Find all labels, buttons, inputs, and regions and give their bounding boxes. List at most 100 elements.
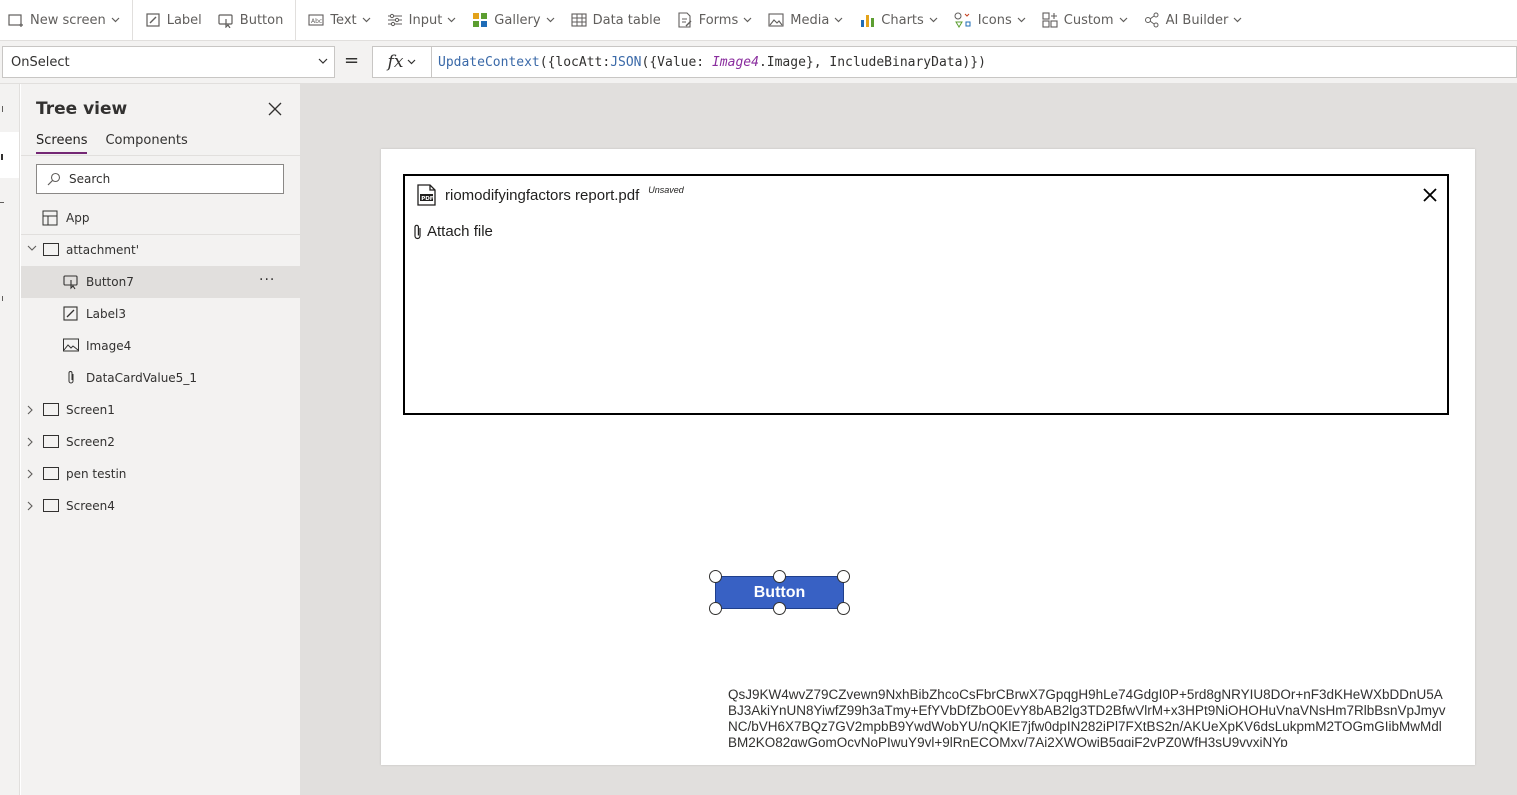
chevron-down-icon bbox=[1233, 17, 1242, 23]
forms-button[interactable]: Forms bbox=[669, 0, 761, 41]
tree-item-pen-testin[interactable]: pen testin bbox=[21, 458, 300, 490]
screen-icon bbox=[43, 243, 59, 256]
icons-icon bbox=[954, 12, 971, 28]
attached-file-item[interactable]: PDF riomodifyingfactors report.pdf Unsav… bbox=[417, 184, 684, 206]
chevron-down-icon[interactable] bbox=[27, 245, 37, 252]
text-label: Text bbox=[330, 12, 357, 28]
chevron-down-icon bbox=[834, 17, 843, 23]
media-button[interactable]: Media bbox=[760, 0, 851, 41]
chevron-down-icon bbox=[408, 59, 416, 65]
screen-icon bbox=[43, 403, 59, 416]
close-icon[interactable] bbox=[267, 101, 283, 117]
tree-item-attachment-screen[interactable]: attachment' bbox=[21, 234, 300, 266]
charts-button[interactable]: Charts bbox=[851, 0, 946, 41]
insert-toolbar: New screen Label Button Abc Text Input G… bbox=[0, 0, 1517, 41]
new-screen-button[interactable]: New screen bbox=[0, 0, 128, 41]
data-table-button[interactable]: Data table bbox=[563, 0, 669, 41]
gallery-button[interactable]: Gallery bbox=[464, 0, 562, 41]
toolbar-divider bbox=[295, 0, 297, 41]
resize-handle[interactable] bbox=[709, 570, 722, 583]
input-icon bbox=[387, 13, 402, 27]
attach-file-link[interactable]: Attach file bbox=[413, 223, 493, 240]
formula-text: ({locAtt: bbox=[539, 54, 611, 70]
chevron-right-icon[interactable] bbox=[27, 501, 34, 511]
button-button[interactable]: Button bbox=[210, 0, 292, 41]
attachment-control[interactable]: PDF riomodifyingfactors report.pdf Unsav… bbox=[403, 174, 1449, 415]
chevron-down-icon bbox=[362, 17, 371, 23]
tree-item-datacardvalue[interactable]: DataCardValue5_1 bbox=[21, 362, 300, 394]
gallery-icon bbox=[473, 13, 488, 27]
paperclip-icon bbox=[68, 371, 74, 384]
data-table-icon bbox=[571, 13, 587, 27]
tree-search-input[interactable]: Search bbox=[36, 164, 284, 194]
custom-label: Custom bbox=[1063, 12, 1114, 28]
label-icon bbox=[63, 306, 78, 321]
charts-icon bbox=[861, 15, 875, 27]
resize-handle[interactable] bbox=[837, 570, 850, 583]
chevron-right-icon[interactable] bbox=[27, 437, 34, 447]
menu-icon[interactable] bbox=[0, 106, 3, 112]
chevron-down-icon bbox=[929, 17, 938, 23]
tree-item-label: attachment' bbox=[66, 243, 140, 257]
tree-item-screen1[interactable]: Screen1 bbox=[21, 394, 300, 426]
search-icon bbox=[47, 172, 61, 186]
button-icon bbox=[218, 14, 233, 28]
tree-view-panel: Tree view Screens Components Search App … bbox=[21, 84, 301, 795]
input-button[interactable]: Input bbox=[379, 0, 465, 41]
tree-item-label: Button7 bbox=[86, 275, 134, 289]
app-icon bbox=[42, 210, 58, 226]
input-label: Input bbox=[408, 12, 443, 28]
formula-input[interactable]: UpdateContext ({locAtt: JSON ({Value: Image… bbox=[432, 46, 1517, 78]
custom-icon bbox=[1042, 12, 1058, 28]
tree-item-label: DataCardValue5_1 bbox=[86, 371, 197, 385]
screen-icon bbox=[43, 435, 59, 448]
equals-sign: = bbox=[344, 50, 360, 71]
resize-handle[interactable] bbox=[773, 602, 786, 615]
attached-file-name[interactable]: riomodifyingfactors report.pdf bbox=[445, 187, 639, 204]
tree-item-screen2[interactable]: Screen2 bbox=[21, 426, 300, 458]
resize-handle[interactable] bbox=[709, 602, 722, 615]
tab-screens[interactable]: Screens bbox=[36, 133, 88, 154]
icons-label: Icons bbox=[977, 12, 1012, 28]
tree-tabs: Screens Components bbox=[36, 133, 188, 154]
chevron-down-icon bbox=[1017, 17, 1026, 23]
chevron-right-icon[interactable] bbox=[27, 405, 34, 415]
chevron-down-icon bbox=[743, 17, 752, 23]
design-canvas: PDF riomodifyingfactors report.pdf Unsav… bbox=[301, 84, 1517, 795]
media-icon bbox=[768, 13, 784, 27]
tree-item-button7[interactable]: Button7 ··· bbox=[21, 266, 300, 298]
ai-builder-button[interactable]: AI Builder bbox=[1136, 0, 1251, 41]
app-screen: PDF riomodifyingfactors report.pdf Unsav… bbox=[381, 149, 1475, 765]
resize-handle[interactable] bbox=[773, 570, 786, 583]
chevron-down-icon bbox=[1119, 17, 1127, 23]
custom-button[interactable]: Custom bbox=[1034, 0, 1136, 41]
property-dropdown[interactable]: OnSelect bbox=[2, 46, 335, 78]
chevron-down-icon bbox=[447, 17, 456, 23]
function-button[interactable]: fx bbox=[372, 46, 432, 78]
tree-view-icon[interactable] bbox=[0, 154, 3, 160]
data-icon[interactable] bbox=[0, 296, 3, 301]
attach-file-label: Attach file bbox=[427, 223, 493, 240]
screen-icon bbox=[43, 499, 59, 512]
search-placeholder: Search bbox=[69, 172, 111, 186]
new-screen-label: New screen bbox=[30, 12, 106, 28]
screen-icon bbox=[43, 467, 59, 480]
unsaved-badge: Unsaved bbox=[648, 185, 684, 195]
tab-components[interactable]: Components bbox=[105, 133, 187, 154]
tree-item-screen4[interactable]: Screen4 bbox=[21, 490, 300, 522]
button-label: Button bbox=[239, 12, 284, 28]
remove-file-icon[interactable] bbox=[1422, 187, 1438, 203]
label-button[interactable]: Label bbox=[137, 0, 210, 41]
tree-item-image4[interactable]: Image4 bbox=[21, 330, 300, 362]
insert-icon[interactable] bbox=[0, 202, 4, 203]
chevron-right-icon[interactable] bbox=[27, 469, 34, 479]
tree-item-label3[interactable]: Label3 bbox=[21, 298, 300, 330]
more-options-icon[interactable]: ··· bbox=[259, 272, 275, 288]
media-label: Media bbox=[790, 12, 830, 28]
text-button[interactable]: Abc Text bbox=[300, 0, 378, 41]
icons-button[interactable]: Icons bbox=[946, 0, 1034, 41]
tree-item-app[interactable]: App bbox=[21, 202, 300, 234]
formula-bar: OnSelect = fx UpdateContext ({locAtt: JSON… bbox=[0, 41, 1517, 84]
resize-handle[interactable] bbox=[837, 602, 850, 615]
divider bbox=[21, 155, 300, 156]
